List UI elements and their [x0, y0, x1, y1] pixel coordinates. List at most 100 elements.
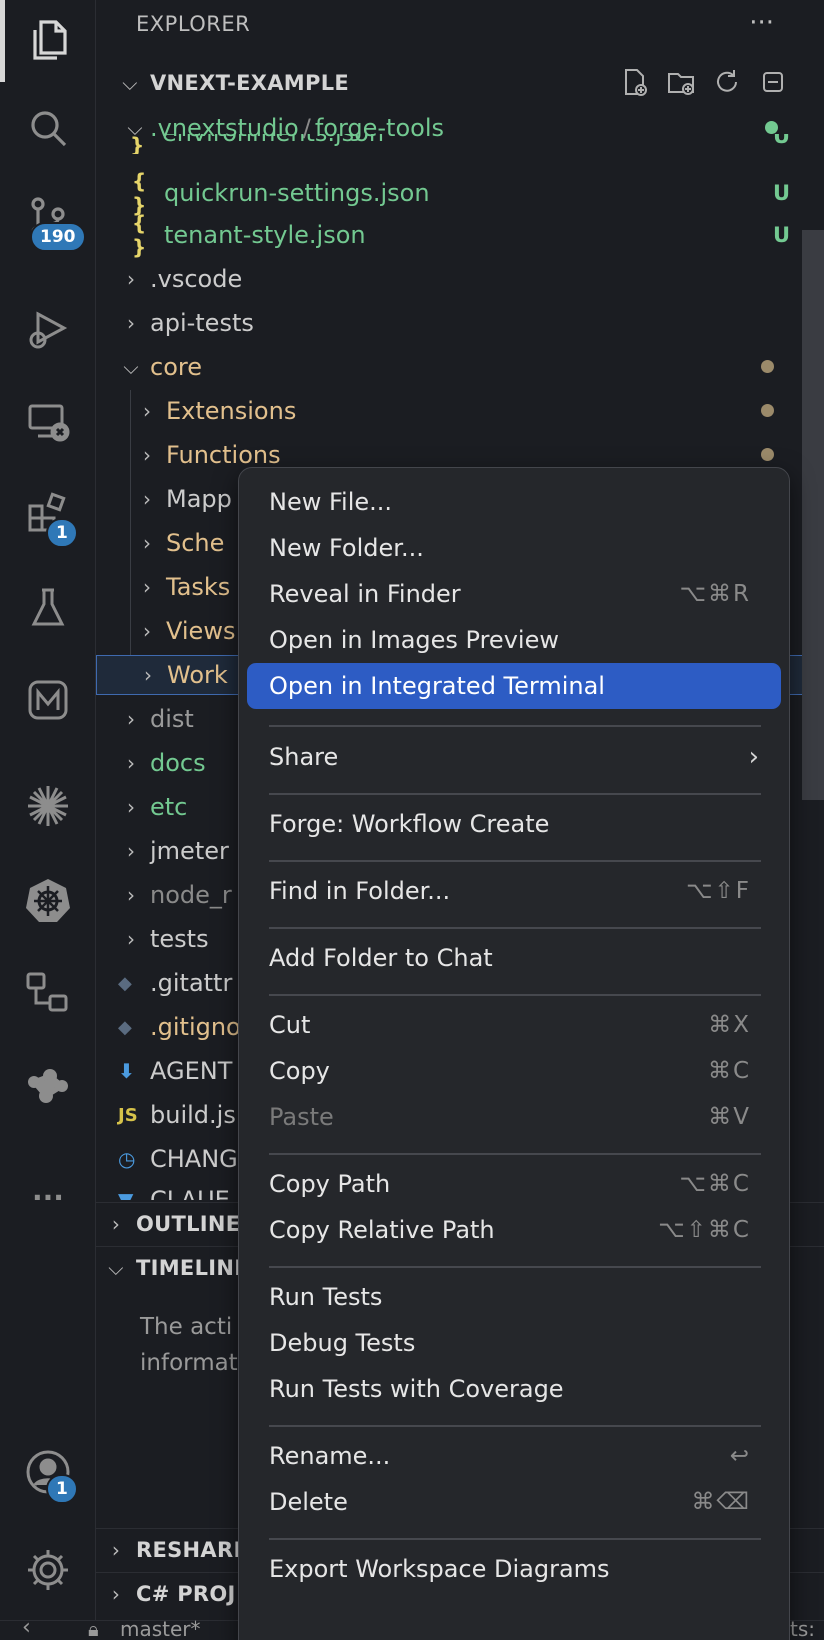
menu-separator: [269, 1153, 761, 1155]
asterisk-icon: [28, 786, 68, 826]
json-icon: { }: [132, 169, 147, 217]
menu-copy-path[interactable]: Copy Path ⌥⌘C: [247, 1161, 781, 1207]
menu-run-tests[interactable]: Run Tests: [247, 1274, 781, 1320]
menu-reveal-in-finder[interactable]: Reveal in Finder ⌥⌘R: [247, 571, 781, 617]
chevron-down-icon: ⌵: [108, 1256, 124, 1280]
tree-folder-vscode[interactable]: › .vscode: [118, 258, 824, 300]
file-label: AGENT: [150, 1057, 233, 1085]
modified-dot: [761, 360, 774, 373]
indent-guide: [130, 390, 131, 660]
menu-shortcut: ⌘V: [708, 1104, 751, 1130]
beaker-icon: [31, 588, 65, 626]
chevron-right-icon: ›: [127, 707, 135, 731]
chevron-right-icon: ›: [127, 311, 135, 335]
chevron-right-icon: ›: [143, 487, 151, 511]
explorer-scrollbar[interactable]: [802, 230, 824, 800]
lock-icon: 🔒︎: [88, 1617, 99, 1640]
accounts-badge: 1: [46, 1474, 78, 1504]
modified-dot: [761, 404, 774, 417]
file-label: .gitigno: [150, 1013, 241, 1041]
menu-label: Open in Integrated Terminal: [269, 672, 605, 700]
file-label: environments.json: [162, 134, 384, 147]
search-button[interactable]: [0, 88, 96, 168]
menu-find-in-folder[interactable]: Find in Folder... ⌥⇧F: [247, 868, 781, 914]
menu-cut[interactable]: Cut ⌘X: [247, 1002, 781, 1048]
chevron-right-icon: ›: [111, 1212, 121, 1236]
menu-share[interactable]: Share ›: [247, 734, 781, 780]
branch-name[interactable]: master*: [120, 1617, 201, 1640]
chevron-right-icon: ›: [111, 1582, 121, 1606]
menu-label: Copy: [269, 1057, 330, 1085]
folder-label: Sche: [166, 529, 225, 557]
run-debug-icon: [29, 311, 68, 349]
menu-shortcut: ⌘X: [708, 1012, 751, 1038]
menu-forge-workflow-create[interactable]: Forge: Workflow Create: [247, 801, 781, 847]
folder-label: Tasks: [166, 573, 231, 601]
menu-export-workspace-diagrams[interactable]: Export Workspace Diagrams: [247, 1546, 781, 1592]
menu-copy[interactable]: Copy ⌘C: [247, 1048, 781, 1094]
kubernetes-button[interactable]: [0, 860, 96, 940]
project-section-header[interactable]: ⌵ VNEXT-EXAMPLE: [96, 61, 824, 105]
refresh-icon[interactable]: [712, 67, 742, 97]
menu-label: Add Folder to Chat: [269, 944, 493, 972]
menu-new-folder[interactable]: New Folder...: [247, 525, 781, 571]
remote-explorer-button[interactable]: [0, 382, 96, 462]
collapse-all-icon[interactable]: [758, 67, 788, 97]
remote-indicator-icon[interactable]: ‹: [22, 1615, 31, 1640]
menu-label: Debug Tests: [269, 1329, 416, 1357]
explorer-button[interactable]: [0, 0, 96, 80]
tree-file-quickrun-settings[interactable]: { } quickrun-settings.json U: [132, 169, 824, 217]
tree-folder-extensions[interactable]: › Extensions: [134, 390, 824, 432]
manage-button[interactable]: [0, 1530, 96, 1610]
menu-delete[interactable]: Delete ⌘⌫: [247, 1479, 781, 1525]
tree-folder-api-tests[interactable]: › api-tests: [118, 302, 824, 344]
menu-shortcut: ⌘C: [707, 1058, 751, 1084]
folder-label: tests: [150, 925, 209, 953]
more-views-button[interactable]: ...: [0, 1150, 96, 1230]
new-folder-icon[interactable]: [666, 67, 696, 97]
chevron-right-icon: ›: [143, 575, 151, 599]
accounts-button[interactable]: [0, 1432, 96, 1512]
menu-open-images-preview[interactable]: Open in Images Preview: [247, 617, 781, 663]
helm-icon: [26, 879, 70, 922]
app-extension-button[interactable]: [0, 660, 96, 740]
testing-button[interactable]: [0, 568, 96, 648]
download-arrow-icon: ⬇: [118, 1059, 135, 1083]
menu-new-file[interactable]: New File...: [247, 479, 781, 525]
menu-label: Rename...: [269, 1442, 391, 1470]
chevron-right-icon: ›: [127, 795, 135, 819]
tree-file-partial[interactable]: { } environments.json U: [130, 134, 824, 154]
menu-add-folder-to-chat[interactable]: Add Folder to Chat: [247, 935, 781, 981]
sparkle-extension-button[interactable]: [0, 766, 96, 846]
menu-separator: [269, 725, 761, 727]
menu-label: Find in Folder...: [269, 877, 451, 905]
tree-file-tenant-style[interactable]: { } tenant-style.json U: [132, 211, 824, 259]
menu-label: Forge: Workflow Create: [269, 810, 550, 838]
m-logo-icon: [28, 680, 68, 720]
network-extension-button[interactable]: [0, 1046, 96, 1126]
new-file-icon[interactable]: [620, 67, 650, 97]
file-label: quickrun-settings.json: [164, 179, 430, 207]
tree-folder-core[interactable]: ⌵ core: [118, 346, 824, 388]
menu-debug-tests[interactable]: Debug Tests: [247, 1320, 781, 1366]
git-icon: ◆: [118, 972, 132, 994]
folder-label: core: [150, 353, 202, 381]
menu-label: New Folder...: [269, 534, 424, 562]
menu-open-integrated-terminal[interactable]: Open in Integrated Terminal: [247, 663, 781, 709]
menu-run-tests-with-coverage[interactable]: Run Tests with Coverage: [247, 1366, 781, 1412]
workflow-button[interactable]: [0, 952, 96, 1032]
menu-shortcut: ↩: [729, 1443, 751, 1469]
file-label: build.js: [150, 1101, 236, 1129]
untracked-badge: U: [772, 223, 790, 247]
chevron-right-icon: ›: [143, 399, 151, 423]
untracked-dot: [765, 121, 778, 134]
run-debug-button[interactable]: [0, 290, 96, 370]
explorer-more-actions[interactable]: ···: [749, 8, 774, 38]
menu-rename[interactable]: Rename... ↩: [247, 1433, 781, 1479]
menu-copy-relative-path[interactable]: Copy Relative Path ⌥⇧⌘C: [247, 1207, 781, 1253]
menu-shortcut: ⌥⇧⌘C: [658, 1217, 751, 1243]
menu-shortcut: ⌘⌫: [691, 1489, 751, 1515]
chevron-down-icon: ⌵: [123, 355, 139, 379]
status-right-partial: ts:: [790, 1617, 815, 1640]
menu-shortcut: ⌥⌘R: [679, 581, 751, 607]
